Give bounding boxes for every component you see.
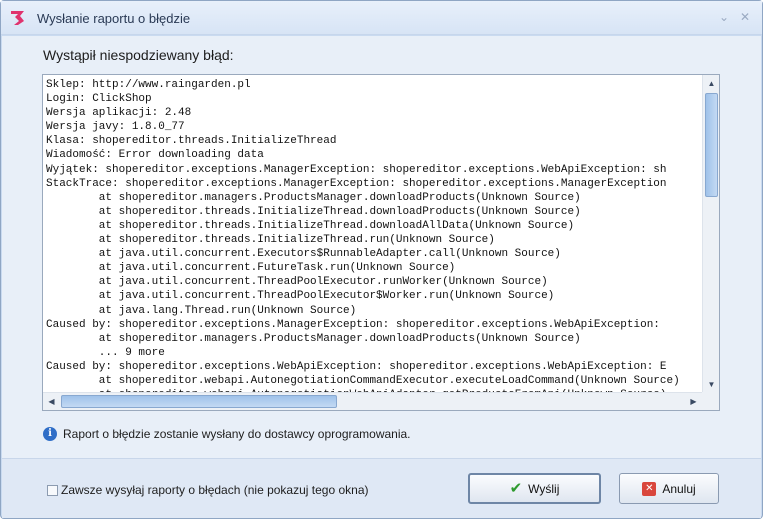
scroll-right-icon[interactable]: ▶ <box>686 394 701 409</box>
vertical-scrollbar[interactable]: ▲ ▼ <box>702 75 719 393</box>
report-line: Login: ClickShop <box>46 93 152 106</box>
cancel-button-label: Anuluj <box>662 481 696 496</box>
info-icon: i <box>43 427 57 441</box>
report-line: at shopereditor.managers.ProductsManager… <box>46 191 581 204</box>
close-window-icon[interactable]: ✕ <box>738 10 752 24</box>
report-line: ... 9 more <box>46 346 165 359</box>
always-send-checkbox[interactable] <box>47 485 58 496</box>
report-line: at java.util.concurrent.Executors$Runnab… <box>46 248 561 261</box>
report-line: Caused by: shopereditor.exceptions.Manag… <box>46 318 660 331</box>
report-line: Caused by: shopereditor.exceptions.WebAp… <box>46 360 667 373</box>
collapse-icon[interactable]: ⌄ <box>717 10 731 24</box>
checkmark-icon: ✔ <box>509 480 523 497</box>
report-line: Wyjątek: shopereditor.exceptions.Manager… <box>46 163 667 176</box>
title-bar: Wysłanie raportu o błędzie ⌄ ✕ <box>1 1 762 35</box>
report-line: at java.util.concurrent.ThreadPoolExecut… <box>46 276 548 289</box>
report-line: at shopereditor.threads.InitializeThread… <box>46 205 581 218</box>
horizontal-scrollbar[interactable]: ◀ ▶ <box>43 392 702 410</box>
error-report-dialog: Wysłanie raportu o błędzie ⌄ ✕ Wystąpił … <box>0 0 763 519</box>
window-title: Wysłanie raportu o błędzie <box>37 11 191 26</box>
shoper-logo-icon <box>11 11 24 25</box>
scroll-down-icon[interactable]: ▼ <box>704 377 719 392</box>
report-line: at shopereditor.threads.InitializeThread… <box>46 219 575 232</box>
report-line: Sklep: http://www.raingarden.pl <box>46 79 251 91</box>
error-heading: Wystąpił niespodziewany błąd: <box>43 47 234 63</box>
report-line: at java.util.concurrent.ThreadPoolExecut… <box>46 290 555 303</box>
horizontal-scroll-thumb[interactable] <box>61 395 337 408</box>
send-button[interactable]: ✔ Wyślij <box>468 473 601 504</box>
scrollbar-corner <box>702 392 719 410</box>
always-send-label[interactable]: Zawsze wysyłaj raporty o błędach (nie po… <box>61 483 369 497</box>
report-line: at java.util.concurrent.FutureTask.run(U… <box>46 262 456 275</box>
send-button-label: Wyślij <box>528 481 560 496</box>
dialog-body: Wystąpił niespodziewany błąd: Sklep: htt… <box>2 36 761 458</box>
close-icon: ✕ <box>642 481 657 496</box>
report-line: Wersja aplikacji: 2.48 <box>46 107 192 120</box>
report-line: at java.lang.Thread.run(Unknown Source) <box>46 304 357 317</box>
report-line: Wiadomość: Error downloading data <box>46 149 264 162</box>
scroll-up-icon[interactable]: ▲ <box>704 76 719 91</box>
error-report-textarea[interactable]: Sklep: http://www.raingarden.pl Login: Cl… <box>42 74 720 411</box>
error-report-text[interactable]: Sklep: http://www.raingarden.pl Login: Cl… <box>44 76 702 392</box>
report-line: at shopereditor.threads.InitializeThread… <box>46 234 495 247</box>
scroll-left-icon[interactable]: ◀ <box>44 394 59 409</box>
report-line: Klasa: shopereditor.threads.InitializeTh… <box>46 135 337 148</box>
info-text: Raport o błędzie zostanie wysłany do dos… <box>63 427 411 441</box>
cancel-button[interactable]: ✕ Anuluj <box>619 473 719 504</box>
dialog-footer: Zawsze wysyłaj raporty o błędach (nie po… <box>2 458 761 518</box>
report-line: Wersja javy: 1.8.0_77 <box>46 121 185 134</box>
report-line: at shopereditor.managers.ProductsManager… <box>46 332 581 345</box>
vertical-scroll-thumb[interactable] <box>705 93 718 197</box>
report-line: at shopereditor.webapi.AutonegotiationCo… <box>46 374 680 387</box>
report-line: StackTrace: shopereditor.exceptions.Mana… <box>46 177 667 190</box>
